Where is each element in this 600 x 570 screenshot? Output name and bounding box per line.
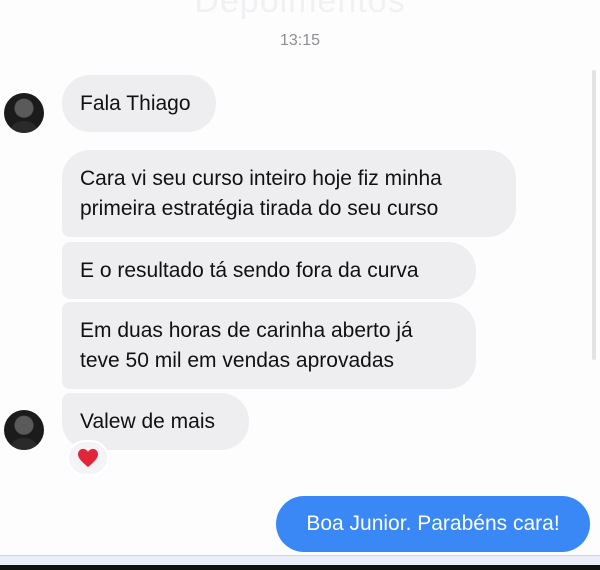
avatar[interactable] <box>4 410 44 450</box>
outgoing-message-bubble[interactable]: Boa Junior. Parabéns cara! <box>276 496 590 552</box>
message-reaction[interactable] <box>67 440 109 476</box>
incoming-message-bubble[interactable]: E o resultado tá sendo fora da curva <box>62 242 476 299</box>
message-text: Valew de mais <box>80 410 216 433</box>
incoming-message-bubble[interactable]: Fala Thiago <box>62 75 216 132</box>
message-timestamp: 13:15 <box>279 32 321 49</box>
message-text-line: Cara vi seu curso inteiro hoje fiz minha <box>80 167 442 190</box>
message-text-line: teve 50 mil em vendas aprovadas <box>80 349 395 372</box>
message-text: Fala Thiago <box>80 92 191 115</box>
bottom-edge <box>0 565 600 570</box>
scrollbar[interactable] <box>592 70 596 360</box>
header-title: Depoimentos <box>194 0 406 20</box>
message-text: E o resultado tá sendo fora da curva <box>80 259 419 282</box>
heart-icon <box>78 448 98 468</box>
chat-screen: Depoimentos 13:15 Fala Thiago Cara vi se… <box>0 0 600 570</box>
incoming-message-bubble[interactable]: Cara vi seu curso inteiro hoje fiz minha… <box>62 150 516 237</box>
message-text-line: primeira estratégia tirada do seu curso <box>80 197 439 220</box>
message-text-line: Em duas horas de carinha aberto já <box>80 319 413 342</box>
incoming-message-bubble[interactable]: Em duas horas de carinha aberto já teve … <box>62 302 476 389</box>
message-text: Boa Junior. Parabéns cara! <box>306 512 560 535</box>
avatar[interactable] <box>4 93 44 133</box>
